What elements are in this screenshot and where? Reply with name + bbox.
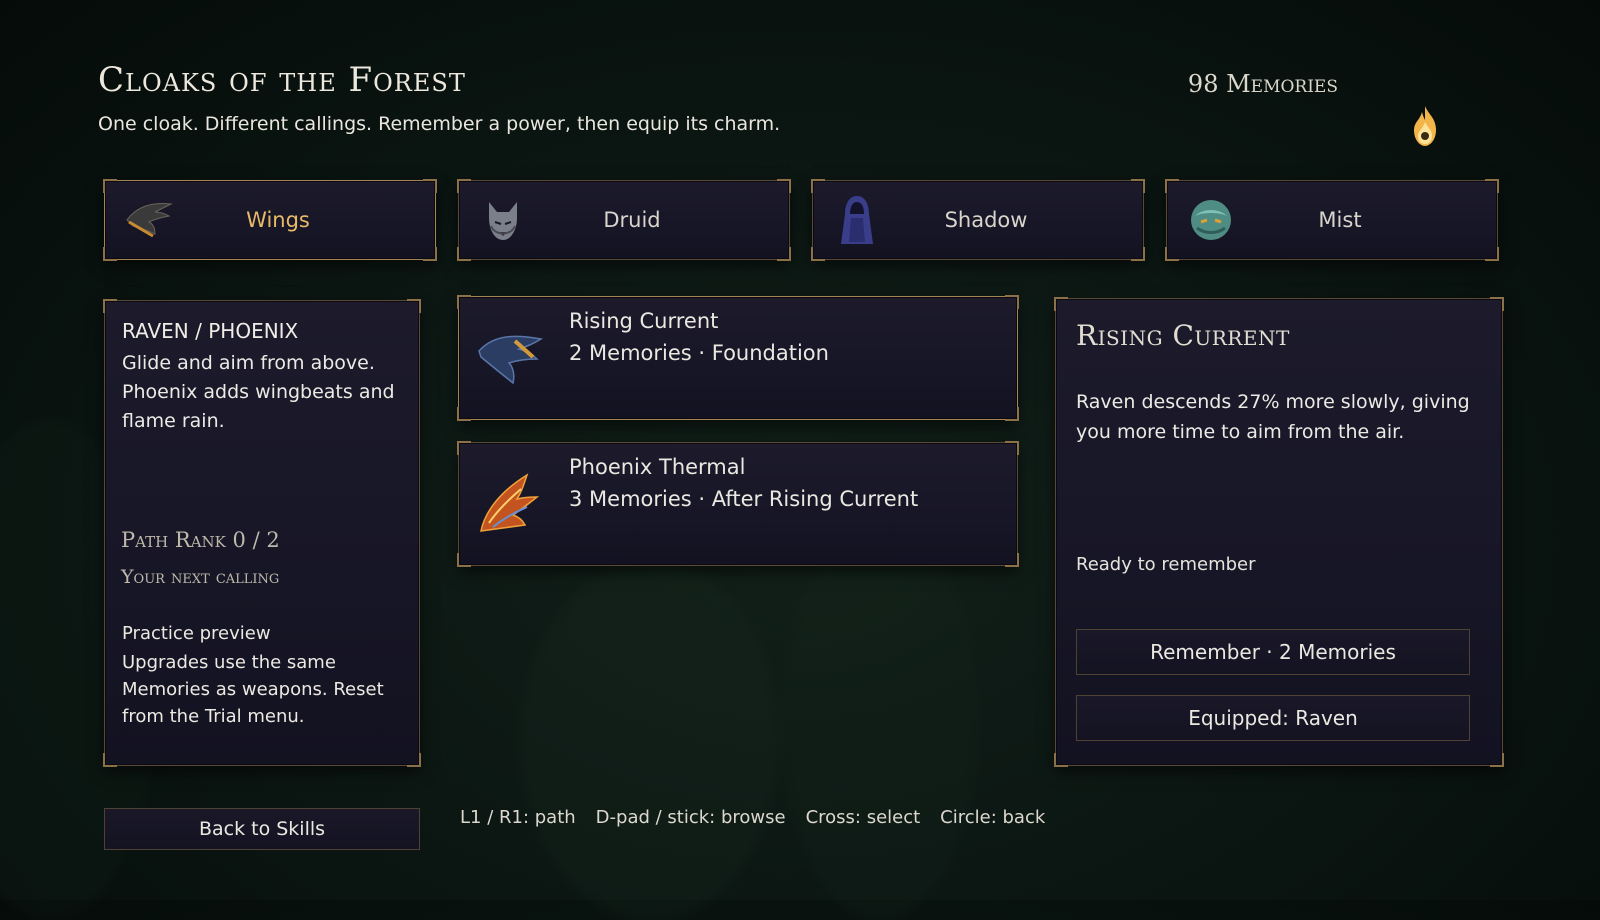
hooded-figure-icon bbox=[829, 192, 885, 248]
tab-shadow-label: Shadow bbox=[944, 208, 1028, 232]
remember-button[interactable]: Remember · 2 Memories bbox=[1076, 629, 1470, 675]
tab-wings-label: Wings bbox=[246, 208, 310, 232]
mist-spirit-icon bbox=[1183, 192, 1239, 248]
hint-back: Circle: back bbox=[940, 807, 1046, 828]
back-to-skills-button[interactable]: Back to Skills bbox=[104, 808, 420, 850]
skill-meta: 2 Memories · Foundation bbox=[569, 341, 829, 365]
page-subtitle: One cloak. Different callings. Remember … bbox=[98, 113, 781, 135]
detail-title: Rising Current bbox=[1076, 319, 1290, 352]
wolf-icon bbox=[475, 192, 531, 248]
equipped-button[interactable]: Equipped: Raven bbox=[1076, 695, 1470, 741]
skill-name: Rising Current bbox=[569, 309, 719, 333]
tab-mist-label: Mist bbox=[1318, 208, 1362, 232]
tab-shadow[interactable]: Shadow bbox=[811, 179, 1145, 261]
detail-status: Ready to remember bbox=[1076, 554, 1256, 575]
practice-title: Practice preview bbox=[122, 623, 271, 644]
path-title: RAVEN / PHOENIX bbox=[122, 319, 299, 343]
hint-path: L1 / R1: path bbox=[460, 807, 576, 828]
tab-druid-label: Druid bbox=[603, 208, 661, 232]
skill-rising-current[interactable]: Rising Current 2 Memories · Foundation bbox=[457, 295, 1019, 421]
page-title: Cloaks of the Forest bbox=[98, 60, 466, 100]
hint-select: Cross: select bbox=[805, 807, 921, 828]
background-foliage bbox=[780, 520, 980, 920]
skill-name: Phoenix Thermal bbox=[569, 455, 746, 479]
tab-mist[interactable]: Mist bbox=[1165, 179, 1499, 261]
controller-hints: L1 / R1: path D-pad / stick: browse Cros… bbox=[460, 807, 1045, 828]
phoenix-wing-icon bbox=[480, 473, 540, 532]
raven-wing-icon bbox=[478, 335, 544, 385]
path-description: Glide and aim from above. Phoenix adds w… bbox=[122, 352, 395, 432]
path-rank: Path Rank 0 / 2 bbox=[121, 528, 280, 552]
tab-druid[interactable]: Druid bbox=[457, 179, 791, 261]
skill-detail-panel: Rising Current Raven descends 27% more s… bbox=[1054, 297, 1504, 767]
skill-phoenix-thermal[interactable]: Phoenix Thermal 3 Memories · After Risin… bbox=[457, 441, 1019, 567]
wing-icon bbox=[121, 192, 177, 248]
tab-wings[interactable]: Wings bbox=[103, 179, 437, 261]
next-calling: Your next calling bbox=[121, 566, 280, 588]
background-foliage bbox=[520, 560, 780, 920]
skill-meta: 3 Memories · After Rising Current bbox=[569, 487, 919, 511]
hint-browse: D-pad / stick: browse bbox=[595, 807, 786, 828]
detail-description: Raven descends 27% more slowly, giving y… bbox=[1076, 391, 1470, 443]
flame-icon bbox=[1414, 106, 1436, 146]
practice-body: Upgrades use the same Memories as weapon… bbox=[122, 652, 384, 727]
memories-counter: 98 Memories bbox=[1187, 70, 1338, 98]
